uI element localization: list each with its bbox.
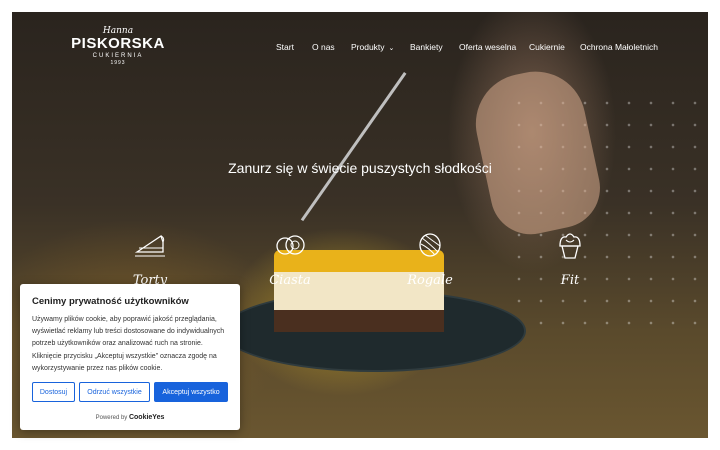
logo-name: PISKORSKA bbox=[71, 35, 165, 52]
nav-item-oferta-weselna[interactable]: Oferta weselna bbox=[459, 42, 516, 52]
fork-image bbox=[300, 72, 407, 222]
cake-slice-icon bbox=[134, 234, 165, 257]
nav-item-bankiety[interactable]: Bankiety bbox=[410, 42, 443, 52]
pastry-icon bbox=[276, 235, 305, 255]
category-fit[interactable]: Fit bbox=[530, 228, 610, 288]
category-label: Fit bbox=[560, 273, 580, 288]
powered-by-prefix: Powered by bbox=[95, 415, 128, 421]
category-label: Ciasta bbox=[269, 273, 311, 288]
reject-all-button[interactable]: Odrzuć wszystkie bbox=[79, 382, 150, 402]
nav-item-ochrona-maloletnich[interactable]: Ochrona Małoletnich bbox=[580, 42, 658, 52]
category-torty[interactable]: Torty bbox=[110, 228, 190, 288]
customize-button[interactable]: Dostosuj bbox=[32, 382, 75, 402]
site-logo[interactable]: Hanna PISKORSKA CUKIERNIA 1993 bbox=[70, 26, 166, 66]
accept-all-button[interactable]: Akceptuj wszystko bbox=[154, 382, 228, 402]
nav-item-start[interactable]: Start bbox=[276, 42, 294, 52]
hand-image bbox=[466, 62, 608, 242]
nav-item-cukiernie[interactable]: Cukiernie bbox=[529, 42, 565, 52]
cookieyes-logo: CookieYes bbox=[128, 414, 165, 421]
cookie-consent-banner: Cenimy prywatność użytkowników Używamy p… bbox=[20, 284, 240, 430]
category-ciasta[interactable]: Ciasta bbox=[250, 228, 330, 288]
cookie-description: Używamy plików cookie, aby poprawić jako… bbox=[32, 316, 225, 372]
croissant-icon bbox=[419, 233, 441, 257]
cupcake-icon bbox=[559, 233, 581, 259]
hero-headline: Zanurz się w świecie puszystych słodkośc… bbox=[228, 160, 492, 176]
nav-item-o-nas[interactable]: O nas bbox=[312, 42, 335, 52]
logo-subtitle: CUKIERNIA bbox=[92, 53, 144, 59]
nav-item-produkty[interactable]: Produkty ⌄ bbox=[351, 42, 394, 52]
category-rogale[interactable]: Rogale bbox=[390, 228, 470, 288]
logo-year: 1993 bbox=[110, 60, 126, 66]
chevron-down-icon: ⌄ bbox=[388, 45, 395, 52]
cookie-title: Cenimy prywatność użytkowników bbox=[32, 296, 189, 307]
powered-by[interactable]: Powered by CookieYes bbox=[20, 414, 240, 421]
nav-item-produkty-label: Produkty bbox=[351, 42, 385, 52]
category-label: Rogale bbox=[407, 273, 453, 288]
